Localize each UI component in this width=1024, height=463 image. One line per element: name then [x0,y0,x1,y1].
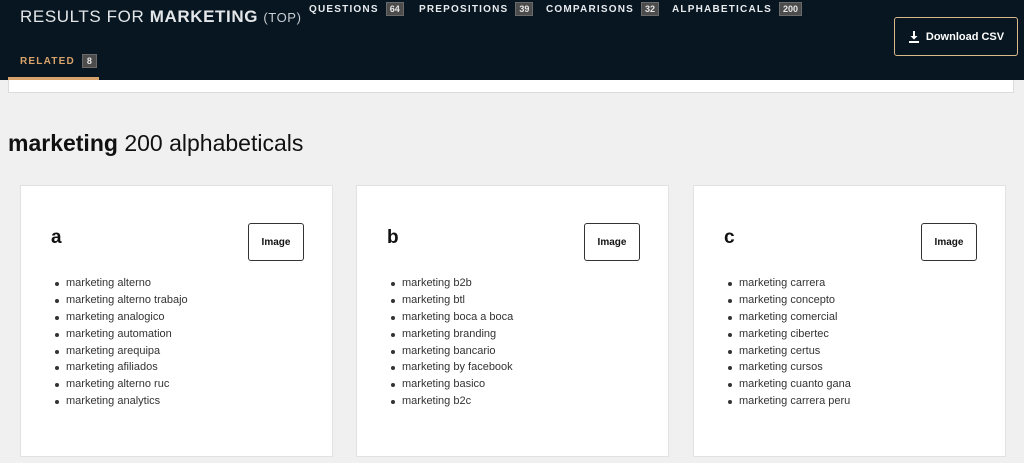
tab-prepositions[interactable]: PREPOSITIONS 39 [419,2,534,16]
tab-prepositions-label: PREPOSITIONS [419,3,509,15]
tab-related-count: 8 [81,54,97,68]
list-item[interactable]: marketing analogico [51,309,188,326]
results-title: RESULTS FOR MARKETING (TOP) [20,7,302,27]
download-icon [908,30,920,43]
suggestion-list: marketing b2b marketing btl marketing bo… [387,275,513,410]
results-keyword: MARKETING [149,7,259,26]
tab-related[interactable]: RELATED 8 [20,54,97,68]
tab-prepositions-count: 39 [515,2,534,16]
list-item[interactable]: marketing comercial [724,309,851,326]
list-item[interactable]: marketing branding [387,326,513,343]
list-item[interactable]: marketing carrera peru [724,393,851,410]
list-item[interactable]: marketing basico [387,376,513,393]
alphabet-card-c: c Image marketing carrera marketing conc… [693,185,1006,457]
list-item[interactable]: marketing carrera [724,275,851,292]
list-item[interactable]: marketing alterno trabajo [51,292,188,309]
top-header: RESULTS FOR MARKETING (TOP) QUESTIONS 64… [0,0,1024,80]
results-prefix: RESULTS FOR [20,7,145,26]
image-button[interactable]: Image [921,223,977,261]
download-csv-label: Download CSV [925,30,1005,43]
tab-questions[interactable]: QUESTIONS 64 [309,2,404,16]
content-panel-strip [8,80,1014,93]
section-count-label: 200 alphabeticals [117,130,304,156]
list-item[interactable]: marketing b2b [387,275,513,292]
alphabet-card-b: b Image marketing b2b marketing btl mark… [356,185,669,457]
list-item[interactable]: marketing automation [51,326,188,343]
tab-comparisons-label: COMPARISONS [546,3,635,15]
download-csv-button[interactable]: Download CSV [894,17,1018,56]
tab-comparisons-count: 32 [641,2,660,16]
list-item[interactable]: marketing certus [724,343,851,360]
list-item[interactable]: marketing arequipa [51,343,188,360]
list-item[interactable]: marketing btl [387,292,513,309]
tab-alphabeticals-label: ALPHABETICALS [672,3,773,15]
list-item[interactable]: marketing alterno ruc [51,376,188,393]
list-item[interactable]: marketing cuanto gana [724,376,851,393]
image-button[interactable]: Image [248,223,304,261]
tab-questions-count: 64 [385,2,404,16]
suggestion-list: marketing carrera marketing concepto mar… [724,275,851,410]
image-button[interactable]: Image [584,223,640,261]
section-keyword: marketing [8,130,118,156]
card-letter: c [724,227,735,248]
tab-related-label: RELATED [20,55,75,67]
card-letter: b [387,227,399,248]
tab-questions-label: QUESTIONS [309,3,379,15]
list-item[interactable]: marketing cursos [724,359,851,376]
results-scope: (TOP) [263,10,302,25]
list-item[interactable]: marketing concepto [724,292,851,309]
list-item[interactable]: marketing bancario [387,343,513,360]
list-item[interactable]: marketing b2c [387,393,513,410]
list-item[interactable]: marketing afiliados [51,359,188,376]
section-heading: marketing 200 alphabeticals [8,130,303,157]
list-item[interactable]: marketing cibertec [724,326,851,343]
tab-comparisons[interactable]: COMPARISONS 32 [546,2,660,16]
list-item[interactable]: marketing alterno [51,275,188,292]
card-letter: a [51,227,62,248]
list-item[interactable]: marketing boca a boca [387,309,513,326]
tab-alphabeticals[interactable]: ALPHABETICALS 200 [672,2,803,16]
suggestion-list: marketing alterno marketing alterno trab… [51,275,188,410]
list-item[interactable]: marketing by facebook [387,359,513,376]
alphabet-card-a: a Image marketing alterno marketing alte… [20,185,333,457]
list-item[interactable]: marketing analytics [51,393,188,410]
tab-alphabeticals-count: 200 [779,2,803,16]
